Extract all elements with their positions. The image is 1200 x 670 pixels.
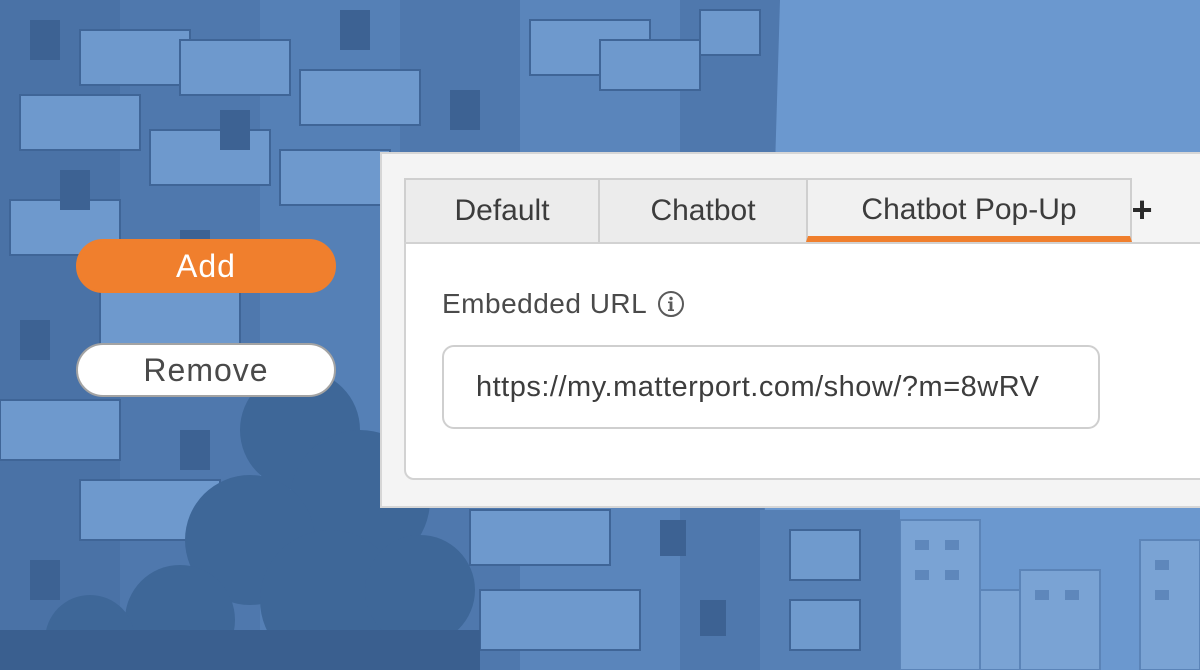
add-button[interactable]: Add bbox=[76, 239, 336, 293]
embedded-url-label-row: Embedded URL bbox=[442, 288, 685, 320]
tab-default[interactable]: Default bbox=[404, 178, 600, 242]
info-circle-icon[interactable] bbox=[657, 290, 685, 318]
tab-chatbot[interactable]: Chatbot bbox=[598, 178, 808, 242]
remove-button-label: Remove bbox=[143, 351, 269, 388]
tab-bar: Default Chatbot Chatbot Pop-Up bbox=[404, 178, 1132, 244]
tab-chatbot-popup[interactable]: Chatbot Pop-Up bbox=[806, 178, 1132, 242]
tab-default-label: Default bbox=[454, 194, 550, 227]
tab-chatbot-label: Chatbot bbox=[650, 194, 756, 227]
app-stage: Add Remove Default Chatbot Chatbot Pop-U… bbox=[0, 0, 1200, 670]
embedded-url-label: Embedded URL bbox=[442, 288, 648, 319]
tab-content: Embedded URL bbox=[404, 242, 1200, 480]
plus-icon: + bbox=[1131, 189, 1153, 230]
tab-chatbot-popup-label: Chatbot Pop-Up bbox=[861, 193, 1077, 226]
embed-settings-panel: Default Chatbot Chatbot Pop-Up + Embedde… bbox=[380, 152, 1200, 508]
remove-button[interactable]: Remove bbox=[76, 343, 336, 397]
embedded-url-input[interactable] bbox=[442, 345, 1100, 429]
add-button-label: Add bbox=[176, 247, 236, 284]
add-tab-button[interactable]: + bbox=[1122, 189, 1162, 230]
